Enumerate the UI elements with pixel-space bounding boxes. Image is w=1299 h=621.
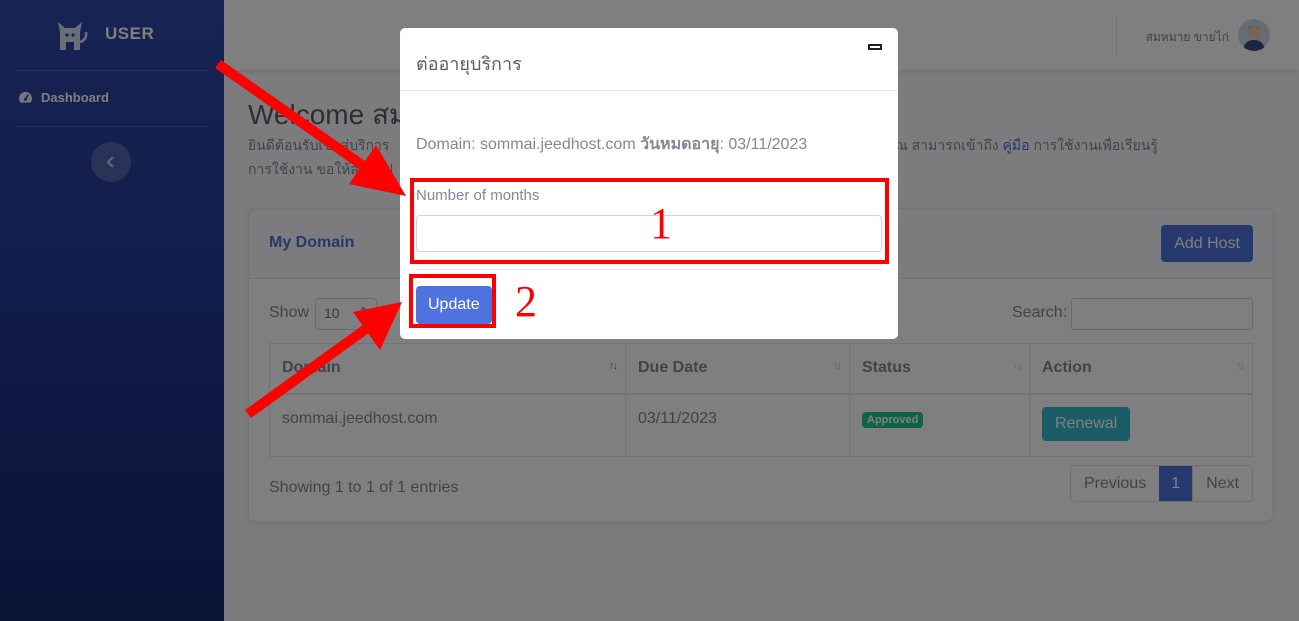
close-icon[interactable] (868, 44, 882, 50)
annotation-number-1: 1 (650, 199, 672, 248)
expiry-value: : 03/11/2023 (719, 136, 808, 153)
expiry-label: วันหมดอายุ (640, 136, 720, 153)
domain-info-name: Domain: sommai.jeedhost.com (416, 136, 636, 153)
annotation-number-2: 2 (515, 277, 537, 326)
modal-header: ต่ออายุบริการ (400, 28, 898, 91)
modal-title: ต่ออายุบริการ (416, 54, 522, 74)
annotation-box-step2 (409, 274, 496, 328)
modal-divider (416, 269, 882, 270)
domain-info: Domain: sommai.jeedhost.com วันหมดอายุ: … (416, 132, 807, 157)
